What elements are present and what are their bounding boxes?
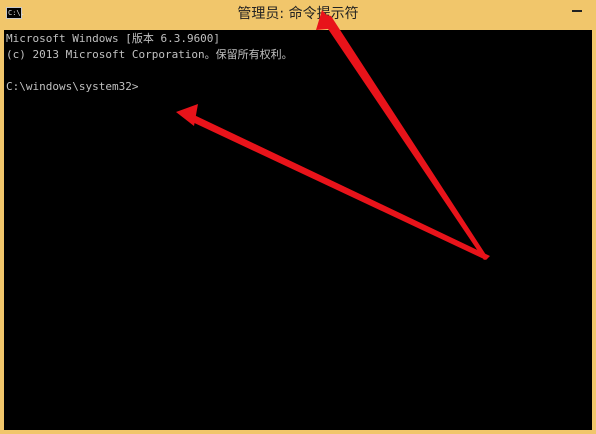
console-prompt: C:\windows\system32> xyxy=(6,80,139,93)
command-prompt-window: C:\. 管理员: 命令提示符 Microsoft Windows [版本 6.… xyxy=(0,0,596,434)
console-line-copyright: (c) 2013 Microsoft Corporation。保留所有权利。 xyxy=(6,48,293,61)
title-bar[interactable]: C:\. 管理员: 命令提示符 xyxy=(0,0,596,30)
window-title: 管理员: 命令提示符 xyxy=(237,6,359,22)
console-line-version: Microsoft Windows [版本 6.3.9600] xyxy=(6,32,221,45)
console-area[interactable]: Microsoft Windows [版本 6.3.9600] (c) 2013… xyxy=(4,30,592,430)
minimize-icon xyxy=(572,10,582,12)
minimize-button[interactable] xyxy=(566,0,588,18)
